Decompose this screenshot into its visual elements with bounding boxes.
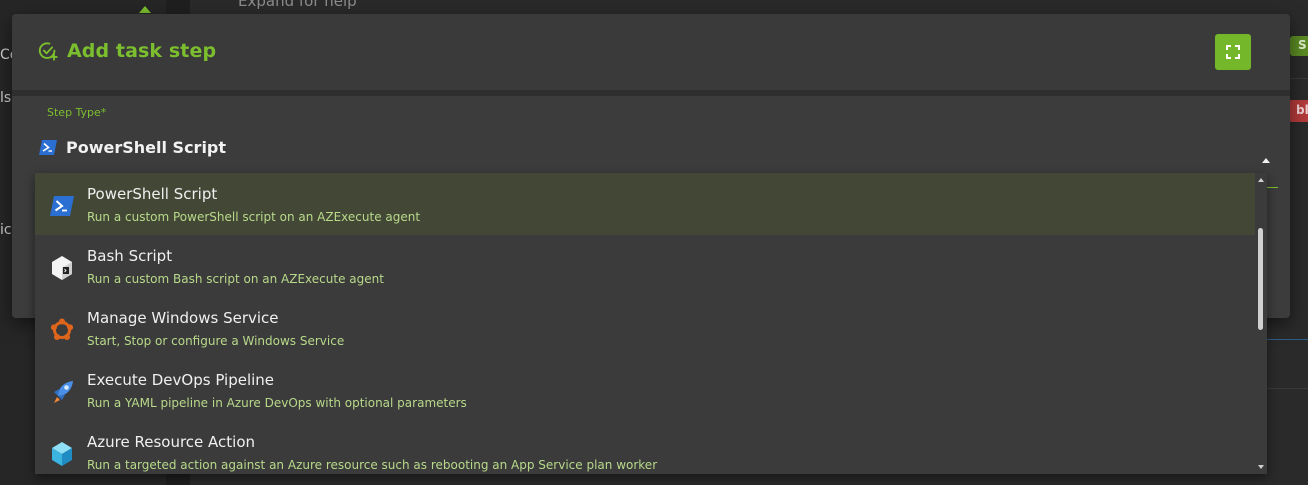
option-title: PowerShell Script	[87, 185, 218, 203]
scroll-down-arrow-icon[interactable]	[1258, 465, 1264, 469]
option-title: Manage Windows Service	[87, 309, 279, 327]
maximize-icon	[1226, 45, 1240, 59]
powershell-icon	[49, 193, 75, 219]
option-title: Azure Resource Action	[87, 433, 256, 451]
scroll-up-arrow-icon[interactable]	[1258, 178, 1264, 182]
help-expander[interactable]: Expand for help	[238, 0, 357, 10]
option-title: Bash Script	[87, 247, 173, 265]
chevron-up-icon	[139, 6, 151, 13]
dropdown-scrollbar[interactable]	[1255, 173, 1267, 474]
divider	[1266, 388, 1308, 389]
option-title: Execute DevOps Pipeline	[87, 371, 275, 389]
sidebar-fragment: ls	[0, 90, 12, 106]
caret-up-icon[interactable]	[1262, 158, 1270, 163]
bash-icon	[49, 255, 75, 281]
option-description: Run a targeted action against an Azure r…	[87, 458, 658, 472]
option-azure-resource-action[interactable]: Azure Resource Action Run a targeted act…	[35, 421, 1255, 474]
check-circle-add-icon	[38, 42, 58, 61]
option-execute-devops-pipeline[interactable]: Execute DevOps Pipeline Run a YAML pipel…	[35, 359, 1255, 421]
step-type-label: Step Type*	[47, 106, 107, 119]
option-description: Run a custom PowerShell script on an AZE…	[87, 210, 421, 224]
scrollbar-thumb[interactable]	[1258, 228, 1263, 330]
rocket-icon	[49, 379, 75, 405]
option-powershell-script[interactable]: PowerShell Script Run a custom PowerShel…	[35, 173, 1255, 235]
dialog-title-text: Add task step	[67, 40, 217, 62]
gear-service-icon	[49, 317, 75, 343]
option-description: Run a YAML pipeline in Azure DevOps with…	[87, 396, 467, 410]
divider	[1266, 339, 1308, 340]
maximize-button[interactable]	[1215, 34, 1251, 70]
sidebar-fragment: ic	[0, 222, 12, 238]
status-badge: bl	[1288, 100, 1308, 122]
option-description: Start, Stop or configure a Windows Servi…	[87, 334, 345, 348]
powershell-icon	[39, 139, 57, 155]
step-type-selected-text: PowerShell Script	[66, 137, 227, 157]
cube-icon	[49, 441, 75, 467]
dialog-header: Add task step	[12, 14, 1290, 90]
status-badge: S	[1290, 36, 1308, 56]
option-description: Run a custom Bash script on an AZExecute…	[87, 272, 384, 286]
dialog-title: Add task step	[37, 38, 216, 64]
step-type-dropdown: PowerShell Script Run a custom PowerShel…	[35, 173, 1267, 474]
option-bash-script[interactable]: Bash Script Run a custom Bash script on …	[35, 235, 1255, 297]
step-type-value[interactable]: PowerShell Script	[39, 136, 226, 158]
option-manage-windows-service[interactable]: Manage Windows Service Start, Stop or co…	[35, 297, 1255, 359]
